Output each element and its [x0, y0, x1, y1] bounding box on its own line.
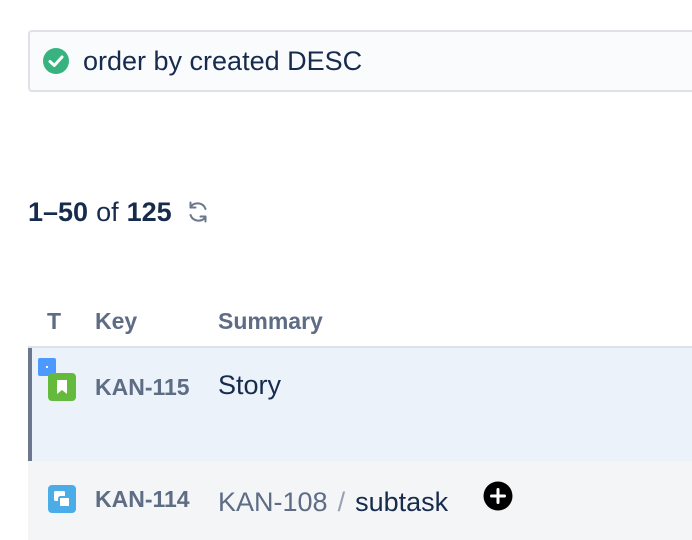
table-row[interactable]: [28, 348, 692, 461]
issue-search-page: order by created DESC 1–50 of 125 T Key …: [0, 0, 692, 540]
result-of-label: of: [96, 196, 119, 227]
table-header: T Key Summary: [0, 304, 692, 346]
result-total: 125: [126, 196, 172, 227]
column-header-key[interactable]: Key: [95, 308, 137, 335]
jql-query-bar[interactable]: order by created DESC: [28, 30, 692, 92]
column-header-summary[interactable]: Summary: [218, 308, 323, 335]
add-circle-icon[interactable]: [483, 481, 513, 511]
issue-summary-link[interactable]: Story: [218, 370, 281, 401]
result-range: 1–50: [28, 196, 89, 227]
story-icon: [48, 373, 76, 401]
issue-key-link[interactable]: KAN-114: [95, 486, 190, 513]
refresh-icon[interactable]: [184, 198, 212, 226]
jql-query-text[interactable]: order by created DESC: [83, 46, 362, 77]
issue-summary: KAN-108 / subtask: [218, 487, 448, 518]
subtask-summary-link[interactable]: subtask: [355, 487, 448, 517]
breadcrumb-separator: /: [337, 487, 346, 517]
issue-key-link[interactable]: KAN-115: [95, 374, 190, 401]
subtask-icon: [48, 485, 76, 513]
column-header-type[interactable]: T: [47, 308, 61, 335]
result-count: 1–50 of 125: [28, 194, 212, 230]
check-circle-icon: [43, 48, 69, 74]
parent-issue-link[interactable]: KAN-108: [218, 487, 328, 517]
